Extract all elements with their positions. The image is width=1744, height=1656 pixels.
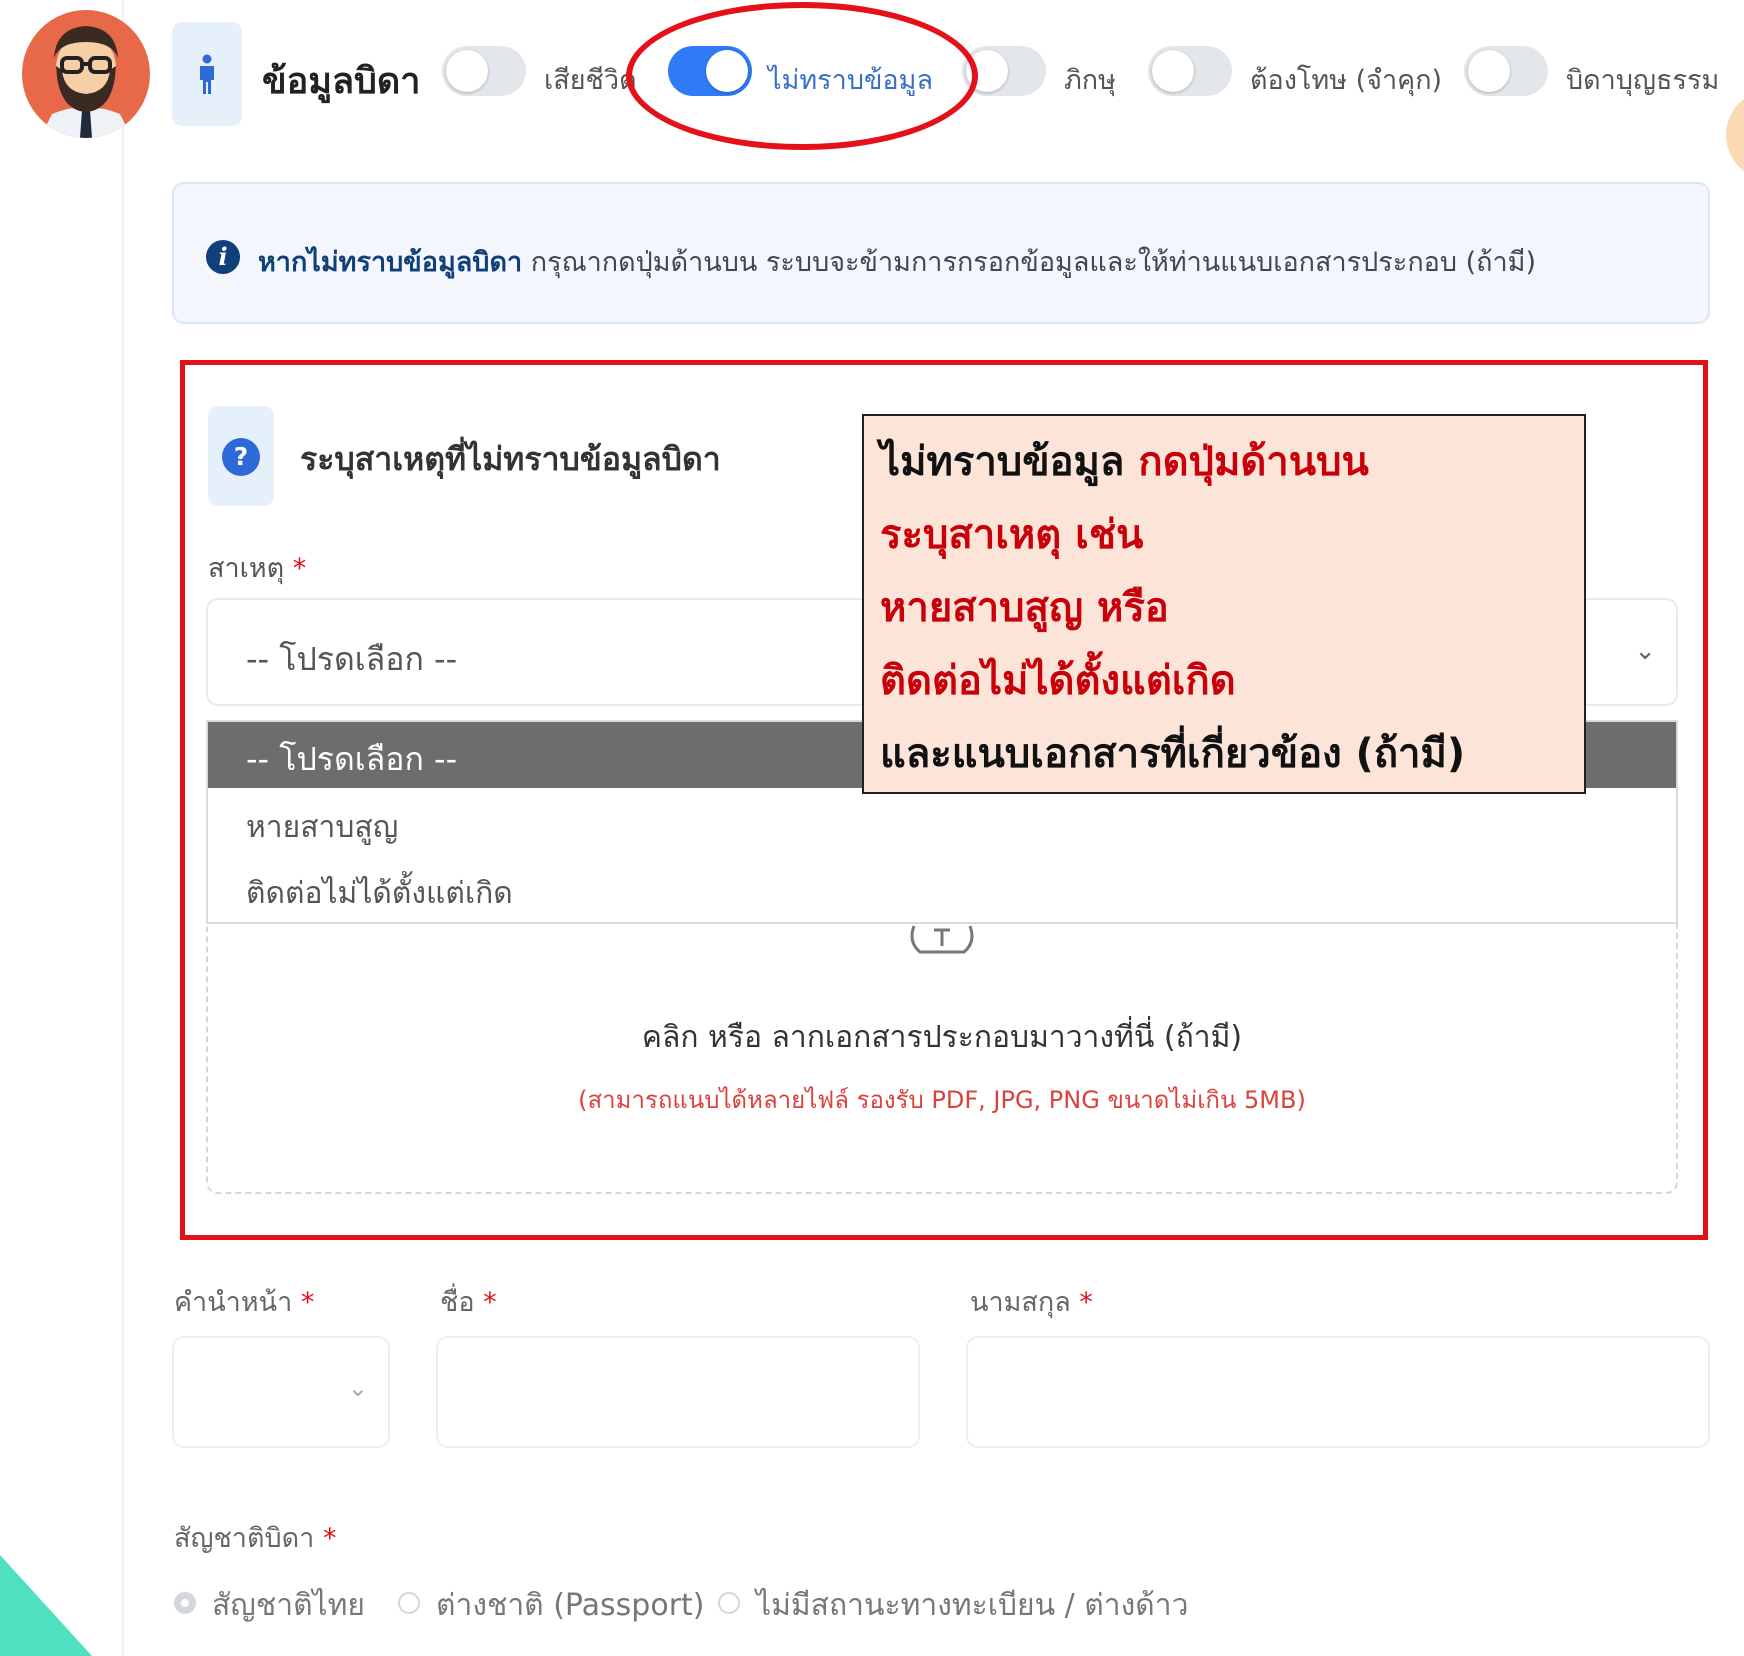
dropdown-option-uncontactable[interactable]: ติดต่อไม่ได้ตั้งแต่เกิด bbox=[246, 870, 513, 917]
reason-label: สาเหตุ * bbox=[208, 546, 306, 589]
callout-line-1b: กดปุ่มด้านบน bbox=[1138, 439, 1369, 485]
toggle-monk-label: ภิกษุ bbox=[1064, 65, 1116, 96]
user-badge-partial bbox=[1726, 90, 1744, 180]
callout-line-5: และแนบเอกสารที่เกี่ยวข้อง (ถ้ามี) bbox=[880, 731, 1466, 777]
radio-stateless[interactable] bbox=[718, 1592, 740, 1614]
info-alert-body: กรุณากดปุ่มด้านบน ระบบจะข้ามการกรอกข้อมู… bbox=[522, 247, 1536, 278]
radio-thai-label: สัญชาติไทย bbox=[212, 1588, 366, 1623]
required-mark: * bbox=[322, 1523, 337, 1554]
required-mark: * bbox=[300, 1287, 315, 1318]
toggle-deceased-label: เสียชีวิต bbox=[544, 65, 637, 96]
dropdown-option-placeholder-label: -- โปรดเลือก -- bbox=[246, 740, 458, 778]
upload-hint: (สามารถแนบได้หลายไฟล์ รองรับ PDF, JPG, P… bbox=[578, 1086, 1306, 1114]
info-alert-bold: หากไม่ทราบข้อมูลบิดา bbox=[258, 247, 523, 278]
reason-label-text: สาเหตุ bbox=[208, 553, 285, 584]
required-mark: * bbox=[483, 1287, 497, 1318]
chevron-down-icon: ⌄ bbox=[347, 1374, 368, 1402]
required-mark: * bbox=[292, 553, 307, 584]
highlight-circle-annotation bbox=[626, 2, 978, 150]
first-name-label: ชื่อ * bbox=[440, 1280, 497, 1323]
required-mark: * bbox=[1079, 1287, 1093, 1318]
toggle-imprisoned-label: ต้องโทษ (จำคุก) bbox=[1250, 65, 1443, 96]
left-rail bbox=[0, 0, 124, 1656]
nationality-label-text: สัญชาติบิดา bbox=[174, 1523, 315, 1554]
callout-line-3: หายสาบสูญ หรือ bbox=[880, 585, 1169, 631]
section-title: ข้อมูลบิดา bbox=[262, 61, 421, 102]
toggle-knob bbox=[1152, 50, 1194, 92]
first-name-label-text: ชื่อ bbox=[440, 1287, 475, 1318]
info-icon: i bbox=[206, 240, 240, 274]
instruction-callout: ไม่ทราบข้อมูล กดปุ่มด้านบน ระบุสาเหตุ เช… bbox=[862, 414, 1586, 794]
question-icon-box: ? bbox=[208, 406, 274, 506]
last-name-input[interactable] bbox=[966, 1336, 1710, 1448]
first-name-input[interactable] bbox=[436, 1336, 920, 1448]
callout-line-1: ไม่ทราบข้อมูล กดปุ่มด้านบน bbox=[880, 426, 1568, 499]
dropdown-option-missing[interactable]: หายสาบสูญ bbox=[246, 804, 398, 851]
last-name-label-text: นามสกุล bbox=[970, 1287, 1071, 1318]
teal-corner-decoration bbox=[0, 1555, 92, 1656]
callout-line-2: ระบุสาเหตุ เช่น bbox=[880, 512, 1144, 558]
callout-line-1a: ไม่ทราบข้อมูล bbox=[880, 439, 1139, 485]
upload-cloud-icon bbox=[906, 922, 978, 958]
toggle-imprisoned[interactable] bbox=[1148, 46, 1232, 96]
toggle-knob bbox=[1468, 50, 1510, 92]
father-person-icon bbox=[172, 22, 242, 126]
reason-select-value: -- โปรดเลือก -- bbox=[246, 640, 458, 678]
chevron-down-icon: ⌄ bbox=[1634, 636, 1656, 666]
reason-section-title: ระบุสาเหตุที่ไม่ทราบข้อมูลบิดา bbox=[300, 440, 721, 478]
toggle-deceased[interactable] bbox=[442, 46, 526, 96]
prefix-select[interactable]: ⌄ bbox=[172, 1336, 390, 1448]
avatar[interactable] bbox=[12, 10, 160, 138]
info-alert-text: หากไม่ทราบข้อมูลบิดา กรุณากดปุ่มด้านบน ร… bbox=[258, 240, 1536, 283]
upload-instruction: คลิก หรือ ลากเอกสารประกอบมาวางที่นี่ (ถ้… bbox=[641, 1020, 1243, 1055]
callout-line-4: ติดต่อไม่ได้ตั้งแต่เกิด bbox=[880, 658, 1236, 704]
toggle-knob bbox=[446, 50, 488, 92]
toggle-adoptive-father[interactable] bbox=[1464, 46, 1548, 96]
radio-stateless-label: ไม่มีสถานะทางทะเบียน / ต่างด้าว bbox=[756, 1588, 1189, 1623]
radio-foreign-passport[interactable] bbox=[398, 1592, 420, 1614]
radio-foreign-passport-label: ต่างชาติ (Passport) bbox=[436, 1588, 705, 1623]
info-alert: i หากไม่ทราบข้อมูลบิดา กรุณากดปุ่มด้านบน… bbox=[172, 182, 1710, 324]
prefix-label-text: คำนำหน้า bbox=[174, 1287, 293, 1318]
question-icon: ? bbox=[222, 438, 260, 476]
last-name-label: นามสกุล * bbox=[970, 1280, 1093, 1323]
prefix-label: คำนำหน้า * bbox=[174, 1280, 314, 1323]
nationality-label: สัญชาติบิดา * bbox=[174, 1516, 336, 1559]
radio-thai[interactable] bbox=[174, 1592, 196, 1614]
toggle-adoptive-father-label: บิดาบุญธรรม bbox=[1566, 65, 1720, 96]
